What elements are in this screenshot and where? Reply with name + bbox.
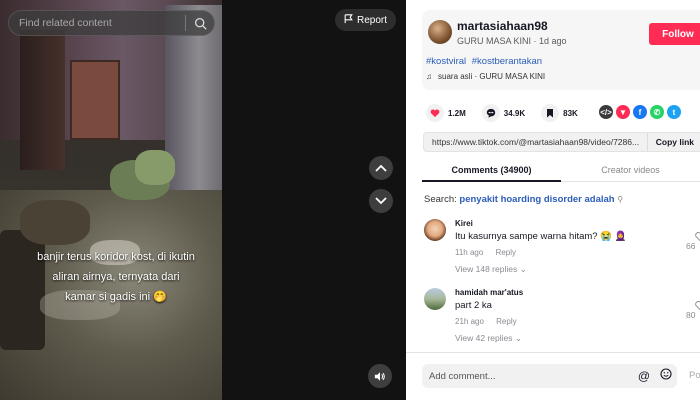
comment-username[interactable]: Kirei — [455, 219, 473, 228]
video-stage: banjir terus koridor kost, di ikutin ali… — [0, 0, 406, 400]
search-icon[interactable] — [186, 17, 214, 30]
author-nickname: GURU MASA KINI — [457, 36, 532, 46]
avatar[interactable] — [428, 20, 452, 44]
twitter-icon[interactable]: t — [667, 105, 681, 119]
hashtag-link[interactable]: #kostviral — [426, 56, 466, 67]
mention-icon[interactable]: @ — [633, 369, 655, 383]
volume-icon — [374, 371, 385, 381]
chevron-down-icon: ⌄ — [514, 333, 522, 343]
view-replies-button[interactable]: View 42 replies ⌄ — [455, 333, 522, 344]
video-frame-curtain — [20, 30, 65, 170]
tab-creator-videos[interactable]: Creator videos — [561, 158, 700, 181]
follow-button[interactable]: Follow — [649, 23, 700, 45]
reply-button[interactable]: Reply — [496, 248, 516, 257]
volume-button[interactable] — [368, 364, 392, 388]
report-button[interactable]: Report — [335, 9, 397, 31]
video-caption-text: banjir terus koridor kost, di ikutin ali… — [37, 251, 195, 303]
chevron-up-icon — [375, 164, 387, 172]
comment-time: 11h ago — [455, 248, 484, 257]
save-stat[interactable]: 83K — [541, 104, 578, 122]
music-link[interactable]: ♫ suara asli · GURU MASA KINI — [426, 72, 545, 81]
video-frame-trash — [135, 150, 175, 185]
comment-like-button[interactable]: 80 — [686, 298, 700, 320]
tab-comments[interactable]: Comments (34900) — [422, 158, 561, 182]
avatar[interactable] — [424, 288, 446, 310]
comment-item: Kirei Itu kasurnya sampe warna hitam? 😭 … — [424, 219, 700, 279]
comment-username[interactable]: hamidah mar'atus — [455, 288, 523, 297]
view-replies-button[interactable]: View 148 replies ⌄ — [455, 264, 527, 275]
comment-like-count: 80 — [686, 310, 696, 320]
video-frame-window — [70, 60, 120, 140]
view-replies-label: View 148 replies — [455, 264, 518, 274]
video-player[interactable]: banjir terus koridor kost, di ikutin ali… — [0, 0, 222, 400]
report-label: Report — [357, 14, 388, 26]
comment-count: 34.9K — [503, 108, 526, 118]
video-detail-panel: martasiahaan98 GURU MASA KINI · 1d ago F… — [406, 0, 700, 400]
music-label: suara asli · GURU MASA KINI — [438, 72, 546, 81]
emoji-icon[interactable] — [655, 367, 677, 385]
author-subtitle: GURU MASA KINI · 1d ago — [457, 36, 567, 46]
video-link-box: https://www.tiktok.com/@martasiahaan98/v… — [423, 132, 700, 152]
related-search-query: penyakit hoarding disorder adalah — [459, 194, 615, 205]
comment-composer: @ Po — [406, 352, 700, 400]
engagement-stats: 1.2M 34.9K 83K — [426, 104, 594, 122]
comment-item: hamidah mar'atus part 2 ka 21h ago Reply… — [424, 288, 700, 348]
related-search-box — [8, 10, 215, 36]
comment-like-button[interactable]: 66 — [686, 229, 700, 251]
like-count: 1.2M — [448, 108, 466, 118]
chevron-down-icon — [375, 197, 387, 205]
post-button[interactable]: Po — [689, 370, 700, 381]
music-note-icon: ♫ — [426, 72, 432, 81]
send-icon[interactable]: ▼ — [616, 105, 630, 119]
view-replies-label: View 42 replies — [455, 333, 513, 343]
related-search-prefix: Search: — [424, 194, 457, 205]
heart-icon — [695, 301, 700, 311]
flag-icon — [344, 13, 353, 27]
comment-stat[interactable]: 34.9K — [481, 104, 526, 122]
comment-tabs: Comments (34900) Creator videos — [422, 158, 700, 182]
embed-icon[interactable]: </> — [599, 105, 613, 119]
heart-icon — [695, 232, 700, 242]
copy-link-button[interactable]: Copy link — [646, 133, 700, 151]
comment-time: 21h ago — [455, 317, 484, 326]
save-count: 83K — [563, 108, 578, 118]
whatsapp-icon[interactable]: ✆ — [650, 105, 664, 119]
post-date: 1d ago — [539, 36, 567, 46]
heart-icon — [426, 104, 444, 122]
like-stat[interactable]: 1.2M — [426, 104, 466, 122]
comment-meta: 21h ago Reply — [455, 317, 527, 326]
comment-meta: 11h ago Reply — [455, 248, 526, 257]
video-link-text[interactable]: https://www.tiktok.com/@martasiahaan98/v… — [424, 137, 647, 147]
search-input[interactable] — [9, 17, 185, 29]
next-video-button[interactable] — [369, 189, 393, 213]
search-icon: ⚲ — [617, 195, 624, 204]
comment-input-wrapper: @ — [422, 364, 677, 388]
comment-like-count: 66 — [686, 241, 696, 251]
comment-text: part 2 ka — [455, 300, 492, 311]
share-buttons: </> ▼ f ✆ t — [599, 105, 681, 119]
comment-icon — [481, 104, 500, 122]
bookmark-icon — [541, 104, 560, 122]
chevron-down-icon: ⌄ — [519, 264, 527, 274]
related-search-suggestion[interactable]: Search: penyakit hoarding disorder adala… — [424, 194, 623, 205]
author-username[interactable]: martasiahaan98 — [457, 19, 548, 33]
hashtag-link[interactable]: #kostberantakan — [472, 56, 542, 67]
reply-button[interactable]: Reply — [496, 317, 516, 326]
previous-video-button[interactable] — [369, 156, 393, 180]
video-frame-trash — [20, 200, 90, 245]
comment-input[interactable] — [422, 370, 633, 382]
comment-text: Itu kasurnya sampe warna hitam? 😭 🧕 — [455, 231, 627, 242]
facebook-icon[interactable]: f — [633, 105, 647, 119]
hashtag-list: #kostviral #kostberantakan — [426, 56, 545, 67]
avatar[interactable] — [424, 219, 446, 241]
